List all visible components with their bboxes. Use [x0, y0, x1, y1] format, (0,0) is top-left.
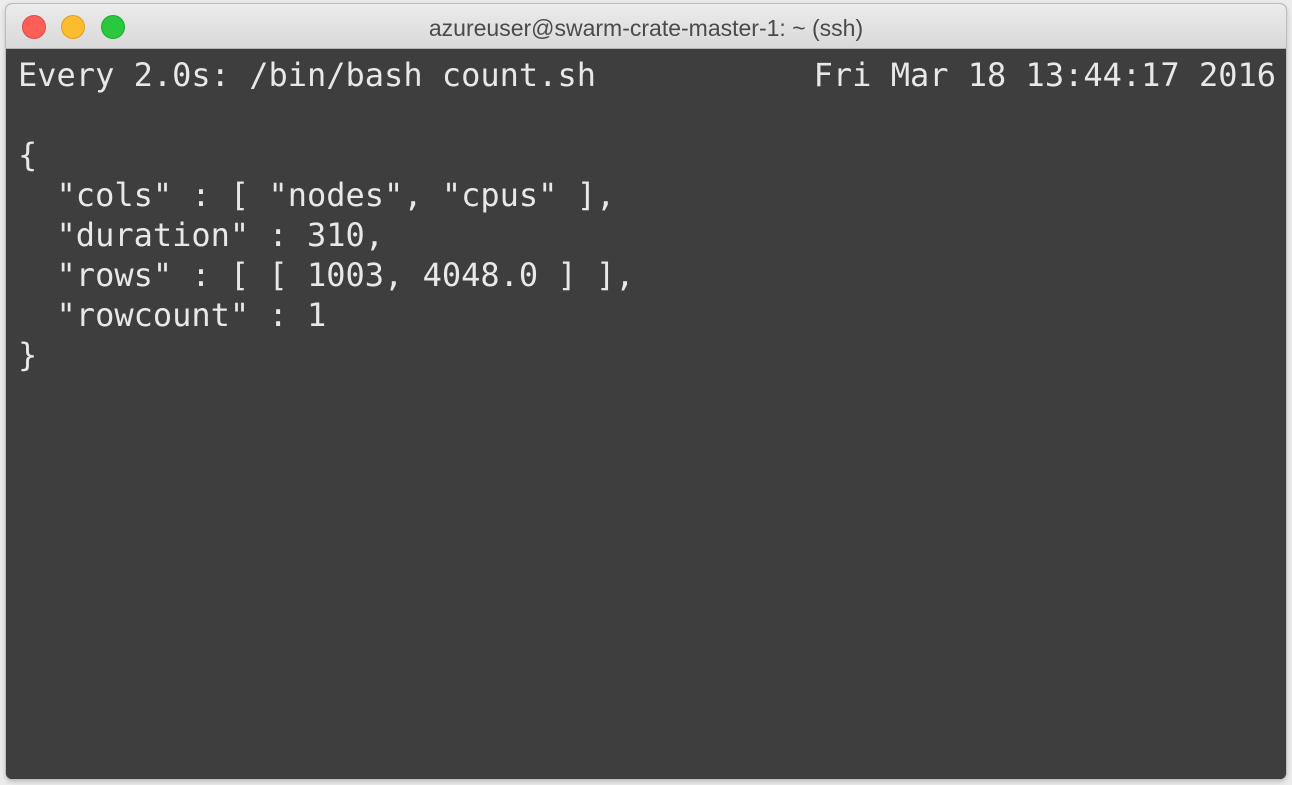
output-line: } — [18, 336, 38, 374]
output-line: "cols" : [ "nodes", "cpus" ], — [18, 176, 616, 214]
terminal-window: azureuser@swarm-crate-master-1: ~ (ssh) … — [6, 4, 1286, 779]
title-bar[interactable]: azureuser@swarm-crate-master-1: ~ (ssh) — [6, 4, 1286, 49]
terminal-content[interactable]: Every 2.0s: /bin/bash count.sh Fri Mar 1… — [6, 49, 1286, 779]
watch-command-header: Every 2.0s: /bin/bash count.sh — [18, 56, 596, 94]
output-line: "duration" : 310, — [18, 216, 385, 254]
output-line: { — [18, 136, 38, 174]
window-title: azureuser@swarm-crate-master-1: ~ (ssh) — [428, 15, 864, 41]
output-line: "rows" : [ [ 1003, 4048.0 ] ], — [18, 256, 635, 294]
watch-timestamp: Fri Mar 18 13:44:17 2016 — [813, 56, 1276, 94]
output-line: "rowcount" : 1 — [18, 296, 327, 334]
